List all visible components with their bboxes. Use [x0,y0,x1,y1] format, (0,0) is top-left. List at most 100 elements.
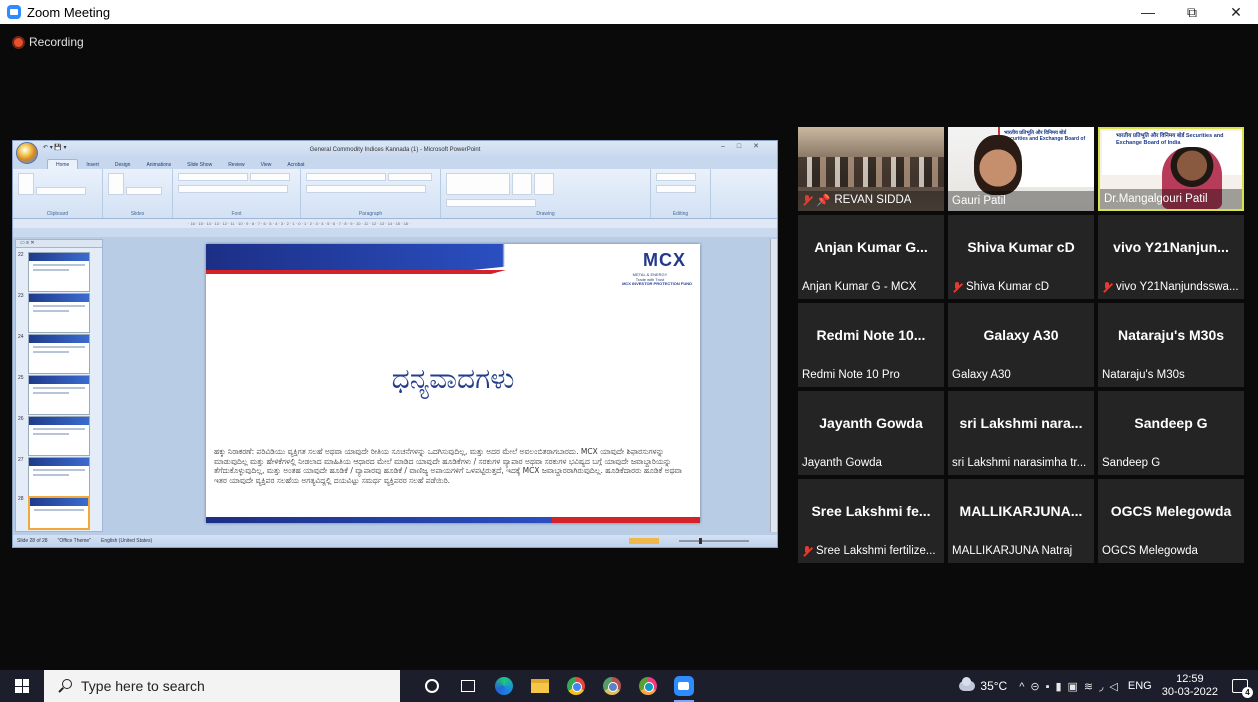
participant-label: Sree Lakshmi fertilize... [802,545,936,557]
slide-header-band [206,244,700,272]
zoom-logo-icon [7,5,21,19]
notification-center-icon[interactable]: 4 [1232,679,1253,698]
ppt-tab-animations: Animations [146,162,172,168]
participant-tile[interactable]: Jayanth Gowda Jayanth Gowda [798,391,944,475]
chrome-button[interactable] [558,670,594,702]
video-feed [974,135,1022,195]
ppt-tab-design: Design [114,162,131,168]
participant-name: Sandeep G [1134,415,1208,431]
chrome-alt-button[interactable] [630,670,666,702]
participant-tile-active-speaker[interactable]: भारतीय प्रतिभूति और विनिमय बोर्ड Securit… [1098,127,1244,211]
participant-name: Galaxy A30 [983,327,1059,343]
participant-label: MALLIKARJUNA Natraj [952,545,1073,557]
participant-label: OGCS Melegowda [1102,545,1198,557]
thumb-number: 27 [18,457,24,463]
participant-tile-video[interactable]: भारतीय प्रतिभूति और विनिमय बोर्ड Securit… [948,127,1094,211]
slide-thumbnail [28,375,90,415]
notification-count: 4 [1242,687,1253,698]
window-title: Zoom Meeting [27,4,111,20]
participant-tile[interactable]: OGCS Melegowda OGCS Melegowda [1098,479,1244,563]
participant-label: Jayanth Gowda [802,457,882,469]
zoom-title-bar: Zoom Meeting — ⧉ ✕ [0,0,1258,24]
status-slide-count: Slide 28 of 28 [17,538,48,544]
maximize-button[interactable]: ⧉ [1170,0,1214,24]
participant-tile[interactable]: sri Lakshmi nara... sri Lakshmi narasimh… [948,391,1094,475]
ppt-tab-review: Review [228,162,245,168]
thumb-number: 26 [18,416,24,422]
task-view-button[interactable] [450,670,486,702]
office-button-icon [16,142,38,164]
ppt-ribbon-tabs: Home Insert Design Animations Slide Show… [13,158,777,169]
participant-tile[interactable]: Redmi Note 10... Redmi Note 10 Pro [798,303,944,387]
slide-thumbnail [28,293,90,333]
tray-icons[interactable]: ^⊝▪▮▣≋◞◁ [1019,680,1124,693]
slide-thumbnail [28,252,90,292]
chrome-profile-button[interactable] [594,670,630,702]
ppt-tab-insert: Insert [86,162,99,168]
thumb-number: 23 [18,293,24,299]
participant-tile[interactable]: Anjan Kumar G... Anjan Kumar G - MCX [798,215,944,299]
start-button[interactable] [0,670,44,702]
participant-name: Jayanth Gowda [819,415,923,431]
file-explorer-button[interactable] [522,670,558,702]
participant-tile[interactable]: Shiva Kumar cD Shiva Kumar cD [948,215,1094,299]
slide-thumbnail-selected [28,496,90,530]
slide-footer-band [206,517,700,523]
participant-name: Anjan Kumar G... [814,239,928,255]
ppt-tab-acrobat: Acrobat [287,162,305,168]
participant-tile[interactable]: Galaxy A30 Galaxy A30 [948,303,1094,387]
thumb-number: 24 [18,334,24,340]
thumb-number: 28 [18,496,24,502]
ribbon-group-editing: Editing [651,169,711,218]
thumb-number: 22 [18,252,24,258]
slide-thumbnail [28,457,90,497]
weather-icon[interactable] [959,677,976,691]
ppt-tab-home: Home [47,159,79,169]
participant-tile[interactable]: Sree Lakshmi fe... Sree Lakshmi fertiliz… [798,479,944,563]
participant-name: sri Lakshmi nara... [959,415,1083,431]
mic-muted-icon [952,281,962,293]
clock-time: 12:59 [1176,673,1204,685]
chrome-profile-icon [603,677,621,695]
ribbon-group-font: Font [173,169,301,218]
slide-disclaimer: ಹಕ್ಕು ನಿರಾಕರಣೆ: ಪರಿವಿಡಿಯು ವ್ಯಕ್ತಿಗತ ಸಲಹೆ… [214,447,682,485]
cortana-button[interactable] [414,670,450,702]
participant-name: Sree Lakshmi fe... [811,503,931,519]
cortana-icon [425,679,439,693]
recording-indicator[interactable]: Recording [14,35,84,49]
search-placeholder: Type here to search [81,678,205,694]
close-button[interactable]: ✕ [1214,0,1258,24]
ppt-tab-view: View [260,162,272,168]
clock-date: 30-03-2022 [1161,686,1218,698]
participant-label: Sandeep G [1102,457,1161,469]
participant-label: sri Lakshmi narasimha tr... [952,457,1087,469]
participant-tile[interactable]: Sandeep G Sandeep G [1098,391,1244,475]
participant-tile[interactable]: vivo Y21Nanjun... vivo Y21Nanjundsswa... [1098,215,1244,299]
participant-label: Redmi Note 10 Pro [802,369,900,381]
status-language: English (United States) [100,538,153,544]
participant-label: 📌 REVAN SIDDA [802,193,911,207]
participant-tile[interactable]: MALLIKARJUNA... MALLIKARJUNA Natraj [948,479,1094,563]
input-language[interactable]: ENG [1128,680,1152,692]
taskbar-clock[interactable]: 12:59 30-03-2022 [1162,673,1218,699]
edge-button[interactable] [486,670,522,702]
ribbon-group-clipboard: Clipboard [13,169,103,218]
ribbon-group-slides: Slides [103,169,173,218]
taskbar-search-box[interactable]: Type here to search [44,670,400,702]
participant-tile[interactable]: Nataraju's M30s Nataraju's M30s [1098,303,1244,387]
ribbon-group-drawing: Drawing [441,169,651,218]
participant-label: Shiva Kumar cD [952,281,1049,293]
ppt-vertical-scrollbar [770,239,777,532]
participant-name: vivo Y21Nanjun... [1113,239,1229,255]
slide-thumbnail [28,416,90,456]
participant-tile-video[interactable]: 📌 REVAN SIDDA [798,127,944,211]
participant-label: Gauri Patil [952,195,1006,207]
chrome-alt-icon [639,677,657,695]
search-icon [58,679,72,693]
participant-label: Anjan Kumar G - MCX [802,281,917,293]
minimize-button[interactable]: — [1126,0,1170,24]
weather-temperature[interactable]: 35°C [980,679,1007,693]
zoom-taskbar-button[interactable] [666,670,702,702]
pin-icon: 📌 [816,195,831,207]
task-view-icon [461,680,475,692]
